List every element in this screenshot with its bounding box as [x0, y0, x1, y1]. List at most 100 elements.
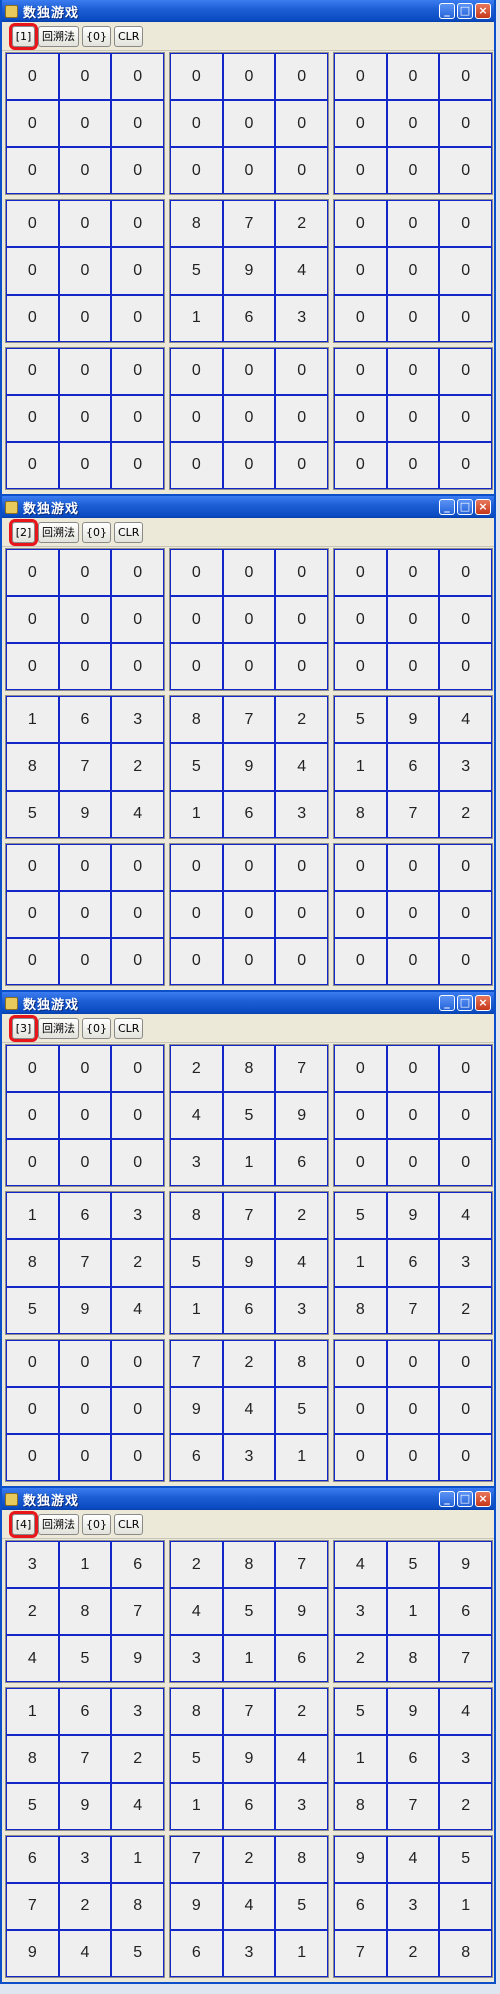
- sudoku-cell[interactable]: 0: [439, 347, 492, 395]
- sudoku-cell[interactable]: 0: [58, 200, 112, 248]
- sudoku-cell[interactable]: 4: [439, 1192, 492, 1240]
- sudoku-cell[interactable]: 0: [334, 1433, 387, 1481]
- sudoku-cell[interactable]: 0: [170, 843, 223, 891]
- sudoku-cell[interactable]: 0: [439, 1386, 492, 1434]
- sudoku-cell[interactable]: 8: [170, 1688, 223, 1736]
- title-bar[interactable]: 数独游戏 _ □ ×: [2, 992, 494, 1014]
- sudoku-cell[interactable]: 1: [275, 1929, 328, 1977]
- sudoku-cell[interactable]: 8: [386, 1635, 440, 1683]
- sudoku-cell[interactable]: 0: [275, 937, 328, 985]
- sudoku-cell[interactable]: 6: [58, 696, 112, 744]
- step-button[interactable]: [4]: [9, 1510, 38, 1538]
- maximize-button[interactable]: □: [457, 3, 473, 19]
- sudoku-cell[interactable]: 8: [222, 1541, 276, 1589]
- sudoku-cell[interactable]: 9: [6, 1929, 59, 1977]
- sudoku-cell[interactable]: 0: [6, 441, 59, 489]
- sudoku-cell[interactable]: 0: [6, 100, 59, 148]
- sudoku-cell[interactable]: 3: [111, 696, 164, 744]
- sudoku-cell[interactable]: 1: [170, 1286, 223, 1334]
- sudoku-cell[interactable]: 9: [334, 1835, 387, 1883]
- sudoku-cell[interactable]: 0: [334, 890, 387, 938]
- sudoku-cell[interactable]: 4: [222, 1386, 276, 1434]
- sudoku-cell[interactable]: 6: [222, 1286, 276, 1334]
- sudoku-cell[interactable]: 0: [58, 100, 112, 148]
- sudoku-cell[interactable]: 0: [111, 1433, 164, 1481]
- sudoku-cell[interactable]: 0: [170, 347, 223, 395]
- sudoku-cell[interactable]: 0: [58, 1386, 112, 1434]
- sudoku-cell[interactable]: 0: [334, 53, 387, 101]
- sudoku-cell[interactable]: 5: [275, 1882, 328, 1930]
- sudoku-cell[interactable]: 7: [222, 1688, 276, 1736]
- sudoku-cell[interactable]: 4: [6, 1635, 59, 1683]
- sudoku-cell[interactable]: 0: [6, 937, 59, 985]
- sudoku-cell[interactable]: 0: [111, 147, 164, 195]
- sudoku-cell[interactable]: 0: [386, 937, 440, 985]
- minimize-button[interactable]: _: [439, 1491, 455, 1507]
- sudoku-cell[interactable]: 0: [439, 441, 492, 489]
- sudoku-cell[interactable]: 2: [275, 696, 328, 744]
- sudoku-cell[interactable]: 0: [334, 1339, 387, 1387]
- zero-button[interactable]: {0}: [82, 1017, 111, 1039]
- sudoku-cell[interactable]: 0: [170, 596, 223, 644]
- sudoku-cell[interactable]: 9: [111, 1635, 164, 1683]
- sudoku-cell[interactable]: 5: [386, 1541, 440, 1589]
- sudoku-cell[interactable]: 0: [58, 347, 112, 395]
- sudoku-cell[interactable]: 9: [58, 1782, 112, 1830]
- sudoku-cell[interactable]: 8: [222, 1045, 276, 1093]
- sudoku-cell[interactable]: 0: [275, 596, 328, 644]
- sudoku-cell[interactable]: 0: [386, 1339, 440, 1387]
- sudoku-cell[interactable]: 0: [222, 596, 276, 644]
- sudoku-cell[interactable]: 0: [111, 596, 164, 644]
- sudoku-cell[interactable]: 7: [386, 1286, 440, 1334]
- sudoku-cell[interactable]: 0: [334, 147, 387, 195]
- sudoku-cell[interactable]: 4: [222, 1882, 276, 1930]
- sudoku-cell[interactable]: 0: [6, 200, 59, 248]
- sudoku-cell[interactable]: 9: [386, 696, 440, 744]
- sudoku-cell[interactable]: 7: [170, 1339, 223, 1387]
- sudoku-cell[interactable]: 0: [439, 200, 492, 248]
- title-bar[interactable]: 数独游戏 _ □ ×: [2, 0, 494, 22]
- sudoku-cell[interactable]: 2: [439, 790, 492, 838]
- sudoku-cell[interactable]: 4: [111, 1286, 164, 1334]
- zero-button[interactable]: {0}: [82, 1513, 111, 1535]
- sudoku-cell[interactable]: 0: [334, 937, 387, 985]
- sudoku-cell[interactable]: 0: [439, 1139, 492, 1187]
- sudoku-cell[interactable]: 0: [334, 347, 387, 395]
- sudoku-cell[interactable]: 9: [222, 743, 276, 791]
- sudoku-cell[interactable]: 3: [439, 743, 492, 791]
- sudoku-cell[interactable]: 0: [6, 147, 59, 195]
- sudoku-cell[interactable]: 0: [111, 549, 164, 597]
- clear-button[interactable]: CLR: [114, 521, 144, 543]
- sudoku-cell[interactable]: 0: [170, 643, 223, 691]
- sudoku-cell[interactable]: 0: [334, 294, 387, 342]
- sudoku-cell[interactable]: 3: [170, 1139, 223, 1187]
- sudoku-cell[interactable]: 2: [58, 1882, 112, 1930]
- sudoku-cell[interactable]: 0: [170, 890, 223, 938]
- sudoku-cell[interactable]: 0: [222, 100, 276, 148]
- sudoku-cell[interactable]: 3: [6, 1541, 59, 1589]
- sudoku-cell[interactable]: 0: [386, 1386, 440, 1434]
- sudoku-cell[interactable]: 4: [275, 1735, 328, 1783]
- zero-button[interactable]: {0}: [82, 25, 111, 47]
- sudoku-cell[interactable]: 7: [439, 1635, 492, 1683]
- sudoku-cell[interactable]: 1: [111, 1835, 164, 1883]
- sudoku-cell[interactable]: 7: [58, 743, 112, 791]
- sudoku-cell[interactable]: 0: [58, 937, 112, 985]
- sudoku-cell[interactable]: 0: [439, 1092, 492, 1140]
- sudoku-cell[interactable]: 9: [386, 1688, 440, 1736]
- sudoku-cell[interactable]: 0: [386, 147, 440, 195]
- sudoku-cell[interactable]: 1: [170, 1782, 223, 1830]
- sudoku-cell[interactable]: 5: [222, 1092, 276, 1140]
- sudoku-cell[interactable]: 6: [170, 1929, 223, 1977]
- backtrack-button[interactable]: 回溯法: [38, 1017, 79, 1039]
- sudoku-cell[interactable]: 0: [386, 1045, 440, 1093]
- sudoku-cell[interactable]: 6: [222, 790, 276, 838]
- sudoku-cell[interactable]: 8: [6, 743, 59, 791]
- sudoku-cell[interactable]: 0: [6, 1092, 59, 1140]
- sudoku-cell[interactable]: 0: [111, 200, 164, 248]
- sudoku-cell[interactable]: 0: [386, 200, 440, 248]
- sudoku-cell[interactable]: 3: [170, 1635, 223, 1683]
- minimize-button[interactable]: _: [439, 3, 455, 19]
- sudoku-cell[interactable]: 0: [334, 441, 387, 489]
- sudoku-cell[interactable]: 5: [170, 743, 223, 791]
